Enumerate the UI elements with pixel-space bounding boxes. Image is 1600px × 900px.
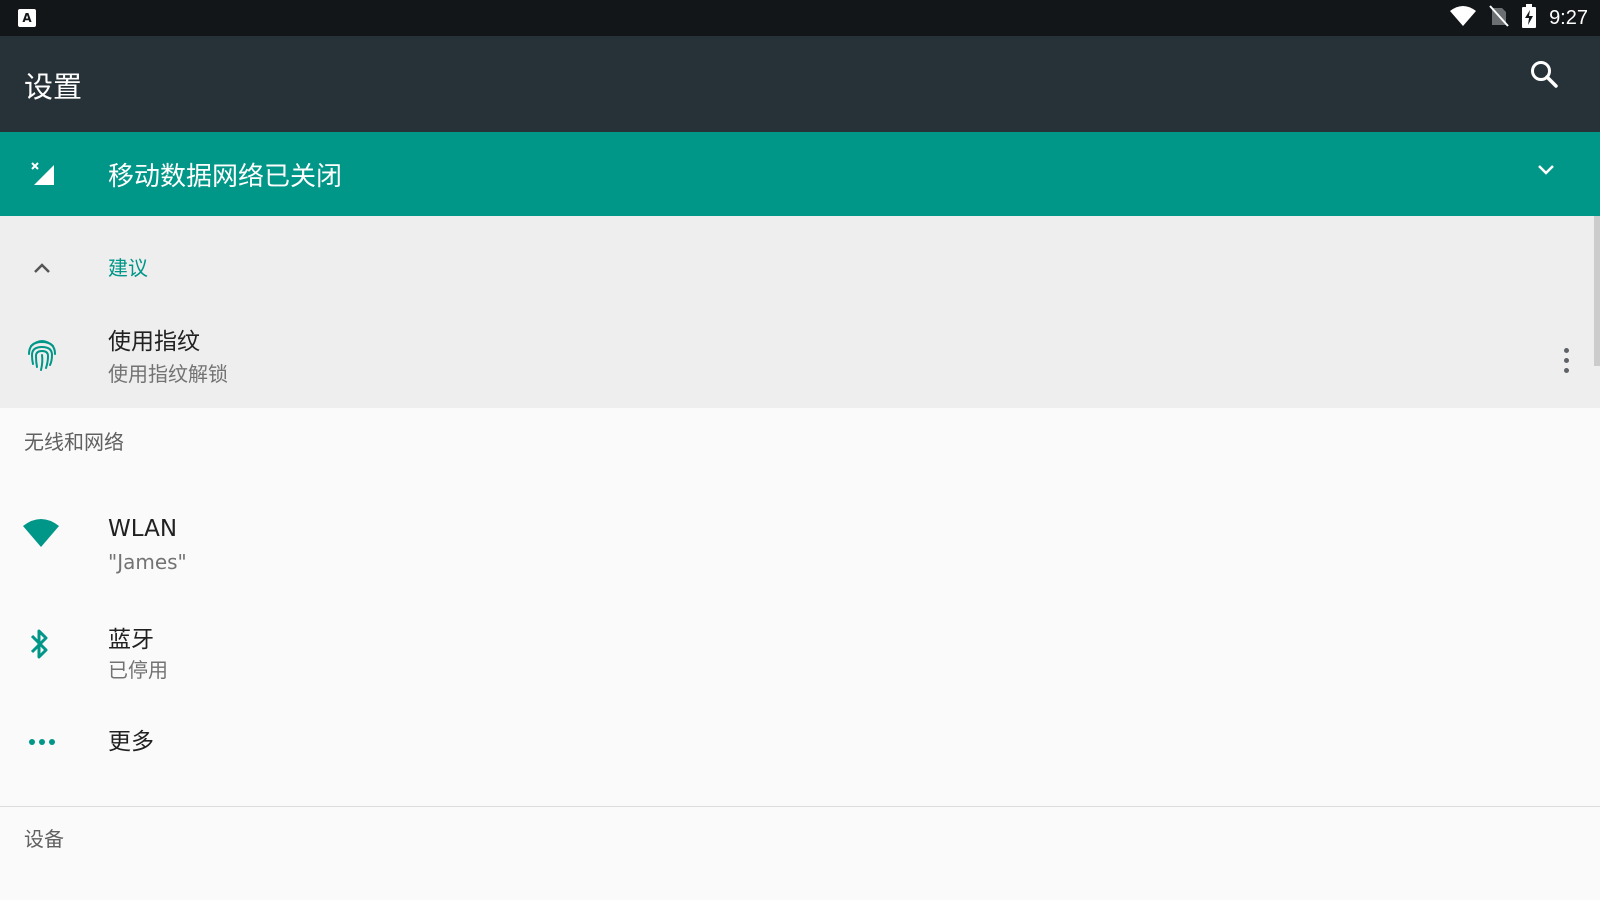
more-horiz-icon: [28, 732, 56, 751]
more-vert-icon: [1563, 347, 1569, 353]
tile-bluetooth[interactable]: 蓝牙 已停用: [0, 588, 1600, 696]
search-button[interactable]: [1522, 54, 1566, 98]
tile-subtitle: "James": [108, 550, 187, 574]
suggestions-title: 建议: [108, 256, 148, 280]
category-device: 设备: [0, 807, 1600, 900]
app-toolbar: 设置: [0, 36, 1600, 132]
suggestions-section: 建议 使用指纹 使用指纹解锁: [0, 216, 1600, 408]
fingerprint-icon: [26, 334, 58, 378]
condition-title: 移动数据网络已关闭: [108, 162, 343, 192]
wifi-icon: [22, 518, 60, 552]
bluetooth-icon: [28, 626, 52, 666]
category-wireless-networks: 无线和网络 WLAN "James" 蓝牙 已停用 更多: [0, 408, 1600, 806]
suggestions-header[interactable]: 建议: [0, 216, 1600, 316]
battery-charging-icon: [1521, 4, 1537, 32]
tile-more[interactable]: 更多: [0, 696, 1600, 806]
suggestion-subtitle: 使用指纹解锁: [108, 362, 228, 386]
tile-subtitle: 已停用: [108, 658, 168, 682]
status-time: 9:27: [1549, 6, 1588, 29]
mobile-data-condition-card[interactable]: 移动数据网络已关闭: [0, 132, 1600, 216]
page-title: 设置: [24, 70, 83, 104]
status-bar: A 9:27: [0, 0, 1600, 36]
notification-app-icon: A: [18, 9, 36, 27]
tile-wlan[interactable]: WLAN "James": [0, 480, 1600, 588]
more-options-button[interactable]: [1560, 340, 1572, 380]
category-title: 设备: [24, 827, 64, 851]
chevron-down-icon[interactable]: [1534, 158, 1558, 186]
tile-title: WLAN: [108, 516, 178, 542]
wifi-status-icon: [1449, 5, 1477, 31]
suggestion-fingerprint[interactable]: 使用指纹 使用指纹解锁: [0, 312, 1600, 408]
tile-title: 蓝牙: [108, 627, 154, 653]
cellular-off-icon: [30, 161, 56, 191]
category-title: 无线和网络: [24, 430, 124, 454]
search-icon: [1529, 59, 1559, 93]
status-icons: 9:27: [1449, 0, 1588, 36]
no-sim-icon: [1489, 5, 1509, 31]
tile-title: 更多: [108, 729, 154, 755]
chevron-up-icon: [30, 256, 54, 284]
suggestion-title: 使用指纹: [108, 329, 200, 355]
scrollbar[interactable]: [1594, 216, 1600, 366]
